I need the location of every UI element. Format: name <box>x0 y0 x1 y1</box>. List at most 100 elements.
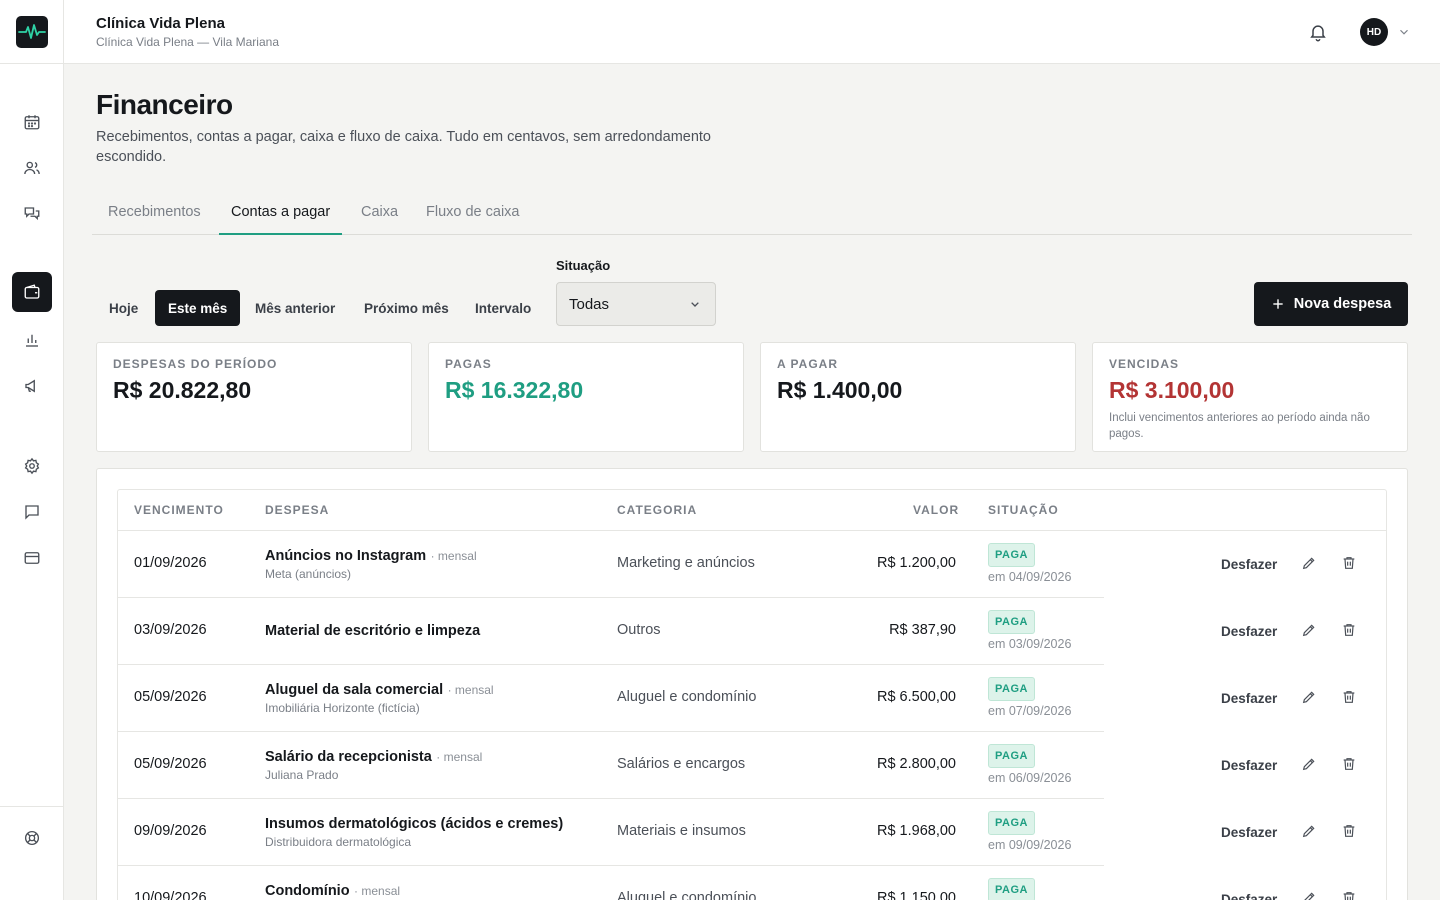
recurrence: · mensal <box>436 750 483 764</box>
bar-chart-icon <box>26 334 38 347</box>
period-this-month-button[interactable]: Este mês <box>155 290 241 326</box>
undo-button[interactable]: Desfazer <box>1221 624 1277 639</box>
clinic-name[interactable]: Clínica Vida Plena <box>96 15 225 32</box>
category: Outros <box>617 622 661 638</box>
summary-card-overdue: VENCIDAS R$ 3.100,00 Inclui vencimentos … <box>1092 342 1408 452</box>
summary-card-total: DESPESAS DO PERÍODO R$ 20.822,80 <box>96 342 412 452</box>
period-range-button[interactable]: Intervalo <box>462 290 544 326</box>
undo-button[interactable]: Desfazer <box>1221 691 1277 706</box>
tab-recebimentos[interactable]: Recebimentos <box>96 192 213 235</box>
recurrence: · mensal <box>430 549 477 563</box>
status-badge: PAGA <box>988 878 1035 900</box>
paid-date: em 03/09/2026 <box>988 637 1072 651</box>
trash-icon[interactable] <box>1341 622 1357 638</box>
supplier: Meta (anúncios) <box>265 567 352 581</box>
undo-button[interactable]: Desfazer <box>1221 758 1277 773</box>
card-note: Inclui vencimentos anteriores ao período… <box>1109 412 1370 440</box>
trash-icon[interactable] <box>1341 689 1357 705</box>
sidebar-item-settings[interactable] <box>12 446 52 486</box>
situation-select[interactable]: Todas <box>556 282 716 326</box>
sidebar-item-billing[interactable] <box>12 538 52 578</box>
column-header-value[interactable]: VALOR <box>913 503 959 517</box>
megaphone-icon <box>25 379 35 393</box>
trash-icon[interactable] <box>1341 823 1357 839</box>
sidebar-item-agenda[interactable] <box>12 102 52 142</box>
period-next-month-button[interactable]: Próximo mês <box>351 290 462 326</box>
card-value: R$ 20.822,80 <box>113 377 252 403</box>
notifications-button[interactable] <box>1306 20 1330 44</box>
period-last-month-button[interactable]: Mês anterior <box>242 290 348 326</box>
status-badge: PAGA <box>988 677 1035 701</box>
sidebar-item-reports[interactable] <box>12 320 52 360</box>
tab-fluxo-de-caixa[interactable]: Fluxo de caixa <box>414 192 532 235</box>
summary-card-to-pay: A PAGAR R$ 1.400,00 <box>760 342 1076 452</box>
sidebar-item-messages[interactable] <box>12 492 52 532</box>
bell-icon <box>1310 25 1326 42</box>
card-label: PAGAS <box>445 357 492 371</box>
card-label: VENCIDAS <box>1109 357 1180 371</box>
paid-date: em 07/09/2026 <box>988 704 1072 718</box>
expense-name: Aluguel da sala comercial <box>265 682 444 698</box>
expense-cell: Condomínio · mensal <box>265 882 400 900</box>
expense-name: Material de escritório e limpeza <box>265 623 481 639</box>
expense-name: Insumos dermatológicos (ácidos e cremes) <box>265 816 564 832</box>
card-value: R$ 16.322,80 <box>445 377 584 403</box>
tab-caixa[interactable]: Caixa <box>349 192 410 235</box>
trash-icon[interactable] <box>1341 756 1357 772</box>
column-header-due-date[interactable]: VENCIMENTO <box>134 503 224 517</box>
due-date: 05/09/2026 <box>134 689 207 705</box>
chevron-down-icon <box>691 302 699 307</box>
expense-cell: Aluguel da sala comercial · mensal Imobi… <box>265 681 494 715</box>
expense-cell: Insumos dermatológicos (ácidos e cremes)… <box>265 815 563 849</box>
undo-button[interactable]: Desfazer <box>1221 557 1277 572</box>
paid-date: em 09/09/2026 <box>988 838 1072 852</box>
paid-date: em 04/09/2026 <box>988 570 1072 584</box>
due-date: 05/09/2026 <box>134 756 207 772</box>
column-header-status[interactable]: SITUAÇÃO <box>988 503 1059 517</box>
calendar-icon <box>24 115 40 130</box>
paid-date: em 06/09/2026 <box>988 771 1072 785</box>
table-row: 05/09/2026 Salário da recepcionista · me… <box>118 732 1386 799</box>
pencil-icon[interactable] <box>1301 689 1317 705</box>
pencil-icon[interactable] <box>1301 890 1317 900</box>
user-avatar[interactable]: HD <box>1360 18 1388 46</box>
chat-bubbles-icon <box>24 207 40 221</box>
situation-label: Situação <box>556 258 611 273</box>
new-expense-button[interactable]: Nova despesa <box>1254 282 1408 326</box>
tab-contas-a-pagar[interactable]: Contas a pagar <box>219 192 343 235</box>
due-date: 01/09/2026 <box>134 555 207 571</box>
column-header-category[interactable]: CATEGORIA <box>617 503 697 517</box>
category: Salários e encargos <box>617 756 746 772</box>
undo-button[interactable]: Desfazer <box>1221 892 1277 900</box>
situation-value: Todas <box>569 295 610 313</box>
sidebar-item-marketing[interactable] <box>12 366 52 406</box>
expense-name: Salário da recepcionista <box>265 749 432 765</box>
column-header-expense[interactable]: DESPESA <box>265 503 329 517</box>
trash-icon[interactable] <box>1341 555 1357 571</box>
pencil-icon[interactable] <box>1301 622 1317 638</box>
pencil-icon[interactable] <box>1301 823 1317 839</box>
supplier: Juliana Prado <box>265 768 339 782</box>
chevron-down-icon <box>1400 29 1408 35</box>
pencil-icon[interactable] <box>1301 756 1317 772</box>
user-menu-toggle[interactable] <box>1396 24 1412 40</box>
amount: R$ 387,90 <box>889 622 956 638</box>
sidebar-item-conversations[interactable] <box>12 194 52 234</box>
status-badge: PAGA <box>988 744 1035 768</box>
undo-button[interactable]: Desfazer <box>1221 825 1277 840</box>
period-today-button[interactable]: Hoje <box>96 290 151 326</box>
app-logo[interactable] <box>16 16 48 48</box>
expense-cell: Material de escritório e limpeza <box>265 622 480 640</box>
category: Aluguel e condomínio <box>617 689 757 705</box>
trash-icon[interactable] <box>1341 890 1357 900</box>
gear-icon <box>24 457 40 475</box>
amount: R$ 6.500,00 <box>876 689 956 705</box>
status-badge: PAGA <box>988 610 1035 634</box>
sidebar-item-financial[interactable] <box>12 272 52 312</box>
expense-cell: Anúncios no Instagram · mensal Meta (anú… <box>265 547 477 581</box>
sidebar-item-patients[interactable] <box>12 148 52 188</box>
pencil-icon[interactable] <box>1301 555 1317 571</box>
table-row: 10/09/2026 Condomínio · mensal Aluguel e… <box>118 866 1386 900</box>
sidebar-item-help[interactable] <box>12 818 52 858</box>
heartbeat-icon <box>18 24 46 39</box>
